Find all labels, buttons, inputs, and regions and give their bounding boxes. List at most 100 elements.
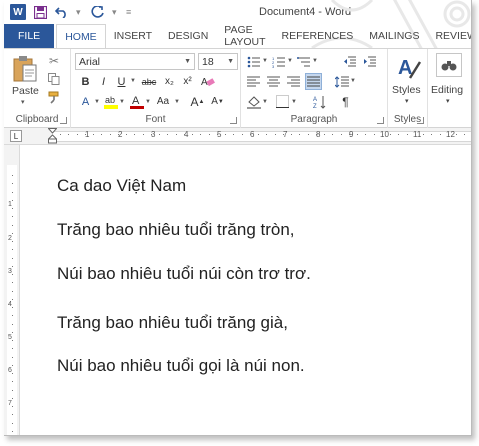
clear-formatting-icon[interactable]: A — [199, 73, 216, 90]
tab-home[interactable]: HOME — [56, 24, 106, 48]
styles-launcher-icon[interactable] — [417, 117, 424, 124]
borders-dropdown-icon[interactable]: ▼ — [291, 99, 297, 105]
vruler-tick — [12, 274, 13, 275]
shading-icon[interactable] — [245, 93, 262, 110]
ruler-tick — [159, 134, 160, 135]
redo-icon[interactable] — [90, 4, 106, 20]
tab-references[interactable]: REFERENCES — [274, 24, 362, 48]
shrink-font-button[interactable]: A ▼ — [209, 93, 226, 110]
numbering-icon[interactable]: 123 — [270, 53, 287, 70]
ruler-tick — [85, 134, 86, 135]
show-hide-marks-button[interactable]: ¶ — [337, 93, 354, 110]
paragraph-title[interactable]: Ca dao Việt Nam — [57, 176, 186, 196]
sort-icon[interactable]: AZ — [311, 93, 328, 110]
redo-dropdown-icon[interactable]: ▾ — [112, 7, 120, 18]
subscript-button[interactable]: x₂ — [161, 73, 178, 90]
font-launcher-icon[interactable] — [230, 117, 237, 124]
align-center-icon[interactable] — [265, 73, 282, 90]
chevron-down-icon: ▼ — [184, 58, 191, 65]
ruler-tick — [415, 134, 416, 135]
paragraph-line[interactable]: Trăng bao nhiêu tuổi trăng già, — [57, 313, 288, 333]
ruler-tick — [266, 134, 267, 135]
underline-button[interactable]: U — [113, 73, 130, 90]
format-painter-icon[interactable] — [46, 89, 62, 105]
undo-dropdown-icon[interactable]: ▾ — [76, 7, 84, 18]
numbering-dropdown-icon[interactable]: ▼ — [287, 58, 293, 64]
tab-insert[interactable]: INSERT — [106, 24, 160, 48]
customize-qat-icon[interactable]: ≡ — [126, 7, 134, 17]
change-case-dropdown-icon[interactable]: ▼ — [174, 99, 180, 105]
ruler-tick — [242, 134, 243, 135]
styles-icon[interactable]: A — [396, 54, 422, 80]
copy-icon[interactable] — [46, 71, 62, 87]
font-size-combo[interactable]: 18 ▼ — [198, 53, 238, 70]
paragraph-line[interactable]: Trăng bao nhiêu tuổi trăng tròn, — [57, 220, 295, 240]
ruler-tick — [167, 134, 168, 135]
align-right-icon[interactable] — [285, 73, 302, 90]
vertical-ruler[interactable]: 1 2 3 4 5 6 7 — [4, 145, 20, 435]
line-spacing-icon[interactable] — [333, 73, 350, 90]
ruler-tick — [143, 134, 144, 135]
ruler-tick — [398, 134, 399, 135]
ruler-tick — [382, 134, 383, 135]
styles-dropdown-icon[interactable]: ▾ — [405, 97, 409, 105]
horizontal-ruler[interactable]: L 1 2 3 4 5 6 7 8 9 10 11 12 — [4, 128, 471, 145]
document-page[interactable]: Ca dao Việt Nam Trăng bao nhiêu tuổi tră… — [21, 145, 471, 435]
increase-indent-icon[interactable] — [361, 53, 378, 70]
ruler-tick — [308, 134, 309, 135]
cut-icon[interactable]: ✂ — [46, 53, 62, 69]
justify-icon[interactable] — [305, 73, 322, 90]
superscript-button[interactable]: x² — [179, 73, 196, 90]
bold-button[interactable]: B — [77, 73, 94, 90]
styles-group: A Styles ▾ Styles — [388, 49, 428, 128]
editing-button[interactable]: Editing — [431, 84, 463, 96]
strikethrough-button[interactable]: abc — [138, 73, 160, 90]
font-color-dropdown-icon[interactable]: ▼ — [145, 99, 151, 105]
bullets-icon[interactable] — [245, 53, 262, 70]
tab-page-layout[interactable]: PAGE LAYOUT — [216, 24, 273, 48]
tab-design[interactable]: DESIGN — [160, 24, 216, 48]
multilevel-dropdown-icon[interactable]: ▼ — [312, 58, 318, 64]
font-color-icon[interactable]: A — [128, 93, 145, 110]
text-effects-icon[interactable]: A — [77, 93, 94, 110]
highlight-dropdown-icon[interactable]: ▼ — [119, 99, 125, 105]
ruler-tick — [390, 134, 391, 135]
tab-file[interactable]: FILE — [4, 24, 55, 48]
tab-selector[interactable]: L — [10, 130, 22, 142]
font-name-combo[interactable]: Arial ▼ — [75, 53, 195, 70]
paste-button[interactable]: Paste — [12, 85, 39, 97]
ruler-tick — [209, 134, 210, 135]
change-case-button[interactable]: Aa — [153, 93, 173, 110]
underline-dropdown-icon[interactable]: ▼ — [130, 78, 136, 84]
vruler-tick — [12, 381, 13, 382]
paragraph-line[interactable]: Núi bao nhiêu tuổi núi còn trơ trơ. — [57, 264, 311, 284]
binoculars-icon[interactable] — [436, 53, 462, 77]
editing-dropdown-icon[interactable]: ▾ — [446, 97, 450, 105]
styles-button[interactable]: Styles — [392, 84, 421, 96]
save-icon[interactable] — [32, 4, 48, 20]
multilevel-list-icon[interactable] — [295, 53, 312, 70]
line-spacing-dropdown-icon[interactable]: ▼ — [350, 78, 356, 84]
ruler-tick — [283, 134, 284, 135]
tab-review[interactable]: REVIEW — [427, 24, 471, 48]
decrease-indent-icon[interactable] — [341, 53, 358, 70]
grow-font-button[interactable]: A ▲ — [189, 93, 206, 110]
italic-button[interactable]: I — [95, 73, 112, 90]
svg-text:Z: Z — [313, 104, 317, 109]
ruler-tick — [93, 134, 94, 135]
shading-dropdown-icon[interactable]: ▼ — [262, 99, 268, 105]
paragraph-line[interactable]: Núi bao nhiêu tuổi gọi là núi non. — [57, 356, 305, 376]
undo-icon[interactable] — [54, 4, 70, 20]
tab-mailings[interactable]: MAILINGS — [361, 24, 427, 48]
paste-icon[interactable] — [12, 55, 38, 83]
paragraph-launcher-icon[interactable] — [377, 117, 384, 124]
paste-dropdown-icon[interactable]: ▾ — [21, 98, 25, 106]
borders-icon[interactable] — [274, 93, 291, 110]
vruler-tick — [12, 282, 13, 283]
indent-marker-icon[interactable] — [48, 128, 57, 145]
bullets-dropdown-icon[interactable]: ▼ — [262, 58, 268, 64]
align-left-icon[interactable] — [245, 73, 262, 90]
clipboard-launcher-icon[interactable] — [60, 117, 67, 124]
text-effects-dropdown-icon[interactable]: ▼ — [94, 99, 100, 105]
highlight-color-icon[interactable]: ab — [102, 93, 119, 110]
